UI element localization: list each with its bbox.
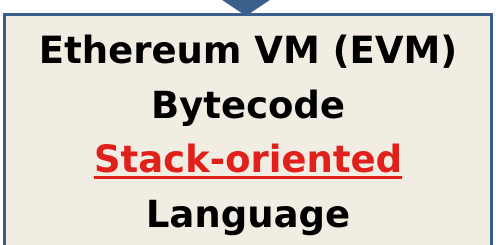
arrow-head [222, 0, 270, 16]
arrow-connector [222, 0, 270, 16]
diagram-canvas: Ethereum VM (EVM) Bytecode Stack-oriente… [0, 0, 502, 245]
